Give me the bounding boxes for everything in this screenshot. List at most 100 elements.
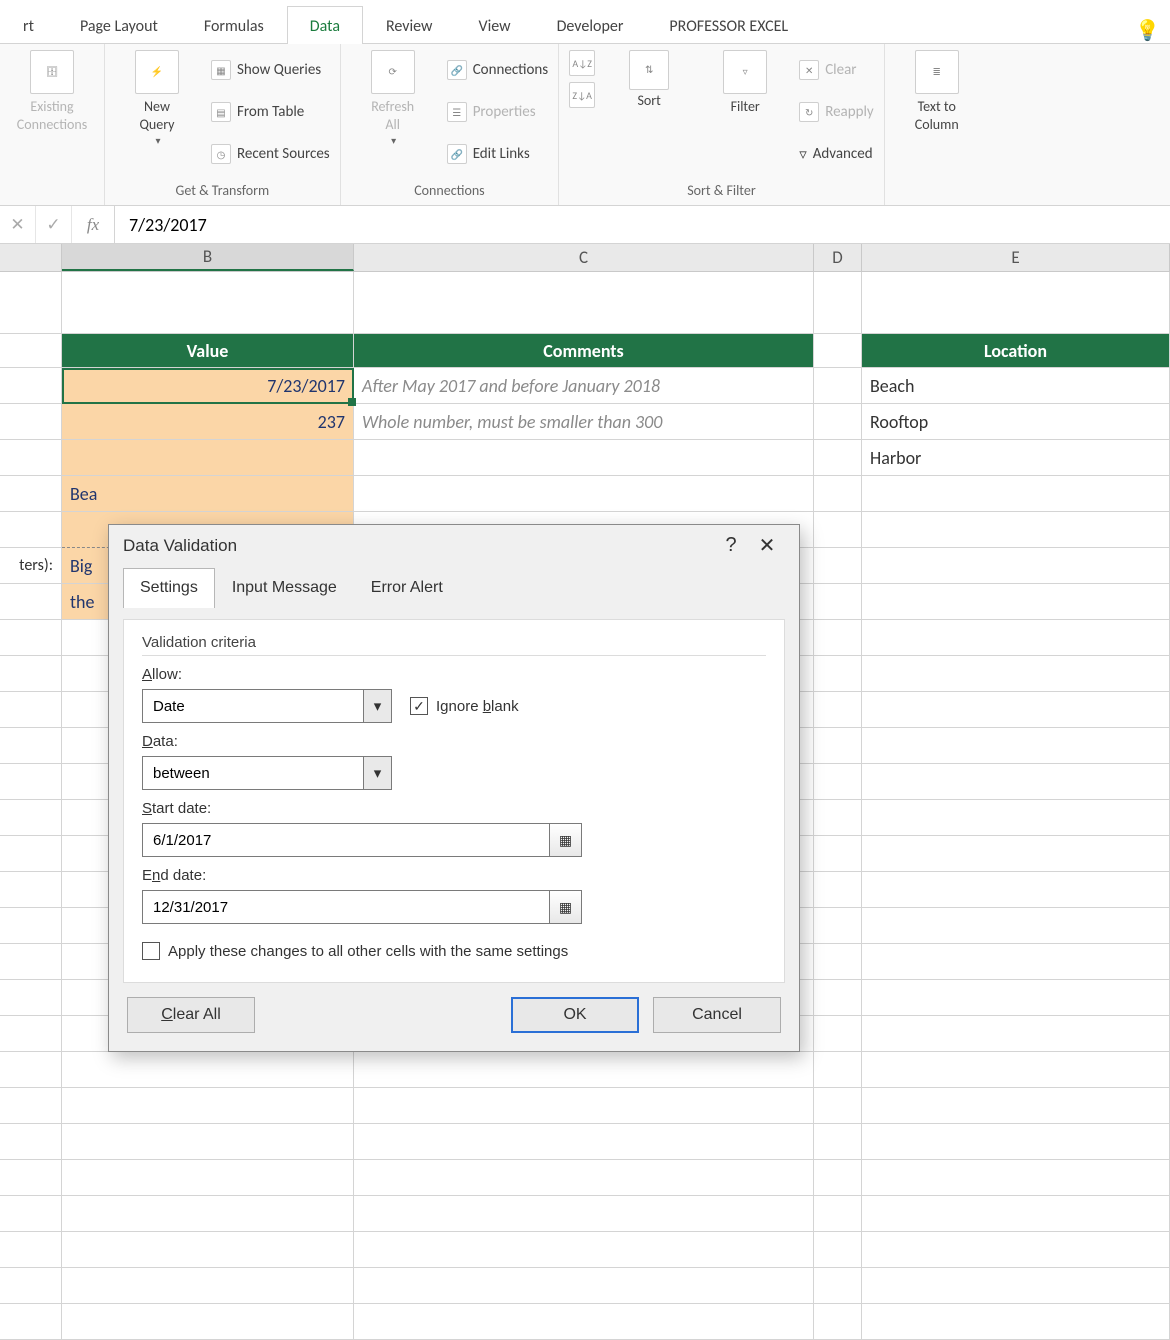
ribbon: 🗄 Existing Connections ⚡ New Query ▾ ▦ S… <box>0 44 1170 206</box>
group-get-transform: ⚡ New Query ▾ ▦ Show Queries ▤ From Tabl… <box>105 44 341 205</box>
text-to-columns-icon: ≣ <box>915 50 959 94</box>
group-connections: ⟳ Refresh All ▾ 🔗 Connections ☰ Properti… <box>341 44 560 205</box>
chevron-down-icon: ▾ <box>155 135 160 148</box>
group-external-data: 🗄 Existing Connections <box>0 44 105 205</box>
chevron-down-icon[interactable]: ▾ <box>363 690 391 722</box>
filter-button[interactable]: ▿ Filter <box>703 50 787 116</box>
start-date-field[interactable]: ▦ <box>142 823 582 857</box>
tab-review[interactable]: Review <box>363 6 456 44</box>
properties-label: Properties <box>473 103 536 121</box>
cell-b-bea[interactable]: Bea <box>62 476 354 512</box>
allow-combo[interactable]: ▾ <box>142 689 392 723</box>
existing-connections-button[interactable]: 🗄 Existing Connections <box>10 50 94 133</box>
show-queries-button[interactable]: ▦ Show Queries <box>211 52 330 88</box>
tab-error-alert[interactable]: Error Alert <box>354 568 460 608</box>
cell-c-comment2[interactable]: Whole number, must be smaller than 300 <box>354 404 814 440</box>
apply-all-checkbox[interactable]: Apply these changes to all other cells w… <box>142 942 568 960</box>
chevron-down-icon: ▾ <box>391 135 396 148</box>
dialog-title: Data Validation <box>123 536 237 556</box>
refresh-all-button[interactable]: ⟳ Refresh All ▾ <box>351 50 435 148</box>
end-date-field[interactable]: ▦ <box>142 890 582 924</box>
from-table-button[interactable]: ▤ From Table <box>211 94 330 130</box>
tab-settings[interactable]: Settings <box>123 568 215 608</box>
tab-view[interactable]: View <box>456 6 534 44</box>
new-query-icon: ⚡ <box>135 50 179 94</box>
data-combo[interactable]: ▾ <box>142 756 392 790</box>
data-label: Data: <box>142 733 766 750</box>
tab-partial[interactable]: rt <box>0 6 57 44</box>
advanced-filter-button[interactable]: ▿ Advanced <box>799 136 874 172</box>
col-header-location: Location <box>862 334 1170 368</box>
end-date-label: End date: <box>142 867 766 884</box>
clear-all-button[interactable]: Clear All <box>127 997 255 1033</box>
recent-sources-button[interactable]: ◷ Recent Sources <box>211 136 330 172</box>
clear-filter-button[interactable]: ✕ Clear <box>799 52 874 88</box>
close-icon[interactable]: ✕ <box>749 533 785 558</box>
col-header-A[interactable] <box>0 244 62 271</box>
col-header-B[interactable]: B <box>62 244 354 271</box>
clear-icon: ✕ <box>799 60 819 80</box>
ribbon-tabs: rt Page Layout Formulas Data Review View… <box>0 0 1170 44</box>
end-date-input[interactable] <box>143 891 549 923</box>
ignore-blank-checkbox[interactable]: ✓ Ignore blank <box>410 697 519 715</box>
start-date-input[interactable] <box>143 824 549 856</box>
tab-formulas[interactable]: Formulas <box>181 6 287 44</box>
tab-input-message[interactable]: Input Message <box>215 568 354 608</box>
reapply-button[interactable]: ↻ Reapply <box>799 94 874 130</box>
group-connections-label: Connections <box>351 179 549 203</box>
col-header-C[interactable]: C <box>354 244 814 271</box>
help-icon[interactable]: ? <box>713 534 749 557</box>
cell-a-ters[interactable]: ters): <box>0 548 62 584</box>
data-validation-dialog: Data Validation ? ✕ Settings Input Messa… <box>108 524 800 1052</box>
ok-button[interactable]: OK <box>511 997 639 1033</box>
group-external-data-label <box>10 179 94 203</box>
col-header-E[interactable]: E <box>862 244 1170 271</box>
sort-asc-icon[interactable]: A↓Z <box>569 50 595 76</box>
cancel-edit-icon[interactable]: ✕ <box>0 206 36 243</box>
range-picker-icon[interactable]: ▦ <box>549 824 581 856</box>
chevron-down-icon[interactable]: ▾ <box>363 757 391 789</box>
reapply-label: Reapply <box>825 103 874 121</box>
new-query-button[interactable]: ⚡ New Query ▾ <box>115 50 199 148</box>
col-header-D[interactable]: D <box>814 244 862 271</box>
fx-icon[interactable]: fx <box>72 215 114 235</box>
tab-professor-excel[interactable]: PROFESSOR EXCEL <box>646 6 811 44</box>
text-to-columns-button[interactable]: ≣ Text to Column <box>895 50 979 133</box>
range-picker-icon[interactable]: ▦ <box>549 891 581 923</box>
cell-e-harbor[interactable]: Harbor <box>862 440 1170 476</box>
cell-b-number[interactable]: 237 <box>62 404 354 440</box>
confirm-edit-icon[interactable]: ✓ <box>36 206 72 243</box>
text-to-columns-label: Text to Column <box>915 98 959 133</box>
formula-input[interactable] <box>114 206 1170 243</box>
tell-me-icon[interactable]: 💡 <box>1135 18 1170 43</box>
cancel-button[interactable]: Cancel <box>653 997 781 1033</box>
edit-links-icon: 🔗 <box>447 144 467 164</box>
tab-page-layout[interactable]: Page Layout <box>57 6 181 44</box>
sort-label: Sort <box>637 92 660 110</box>
tab-data[interactable]: Data <box>287 6 363 44</box>
filter-icon: ▿ <box>723 50 767 94</box>
sort-button[interactable]: ⇅ Sort <box>607 50 691 110</box>
from-table-icon: ▤ <box>211 102 231 122</box>
dialog-tabs: Settings Input Message Error Alert <box>123 568 785 608</box>
cell-e-beach[interactable]: Beach <box>862 368 1170 404</box>
data-input[interactable] <box>143 757 363 789</box>
checkbox-icon <box>142 942 160 960</box>
properties-button[interactable]: ☰ Properties <box>447 94 549 130</box>
clear-label: Clear <box>825 61 856 79</box>
refresh-all-label: Refresh All <box>371 98 414 133</box>
connections-icon: 🔗 <box>447 60 467 80</box>
allow-input[interactable] <box>143 690 363 722</box>
show-queries-label: Show Queries <box>237 61 321 79</box>
edit-links-button[interactable]: 🔗 Edit Links <box>447 136 549 172</box>
cell-e-rooftop[interactable]: Rooftop <box>862 404 1170 440</box>
cell-b-date[interactable]: 7/23/2017 <box>62 368 354 404</box>
connections-button[interactable]: 🔗 Connections <box>447 52 549 88</box>
sort-desc-icon[interactable]: Z↓A <box>569 82 595 108</box>
tab-developer[interactable]: Developer <box>534 6 647 44</box>
cell-c-comment1[interactable]: After May 2017 and before January 2018 <box>354 368 814 404</box>
group-data-tools: ≣ Text to Column <box>885 44 989 205</box>
recent-sources-icon: ◷ <box>211 144 231 164</box>
settings-panel: Validation criteria Allow: ▾ ✓ Ignore bl… <box>123 619 785 983</box>
connections-label: Connections <box>473 61 549 79</box>
